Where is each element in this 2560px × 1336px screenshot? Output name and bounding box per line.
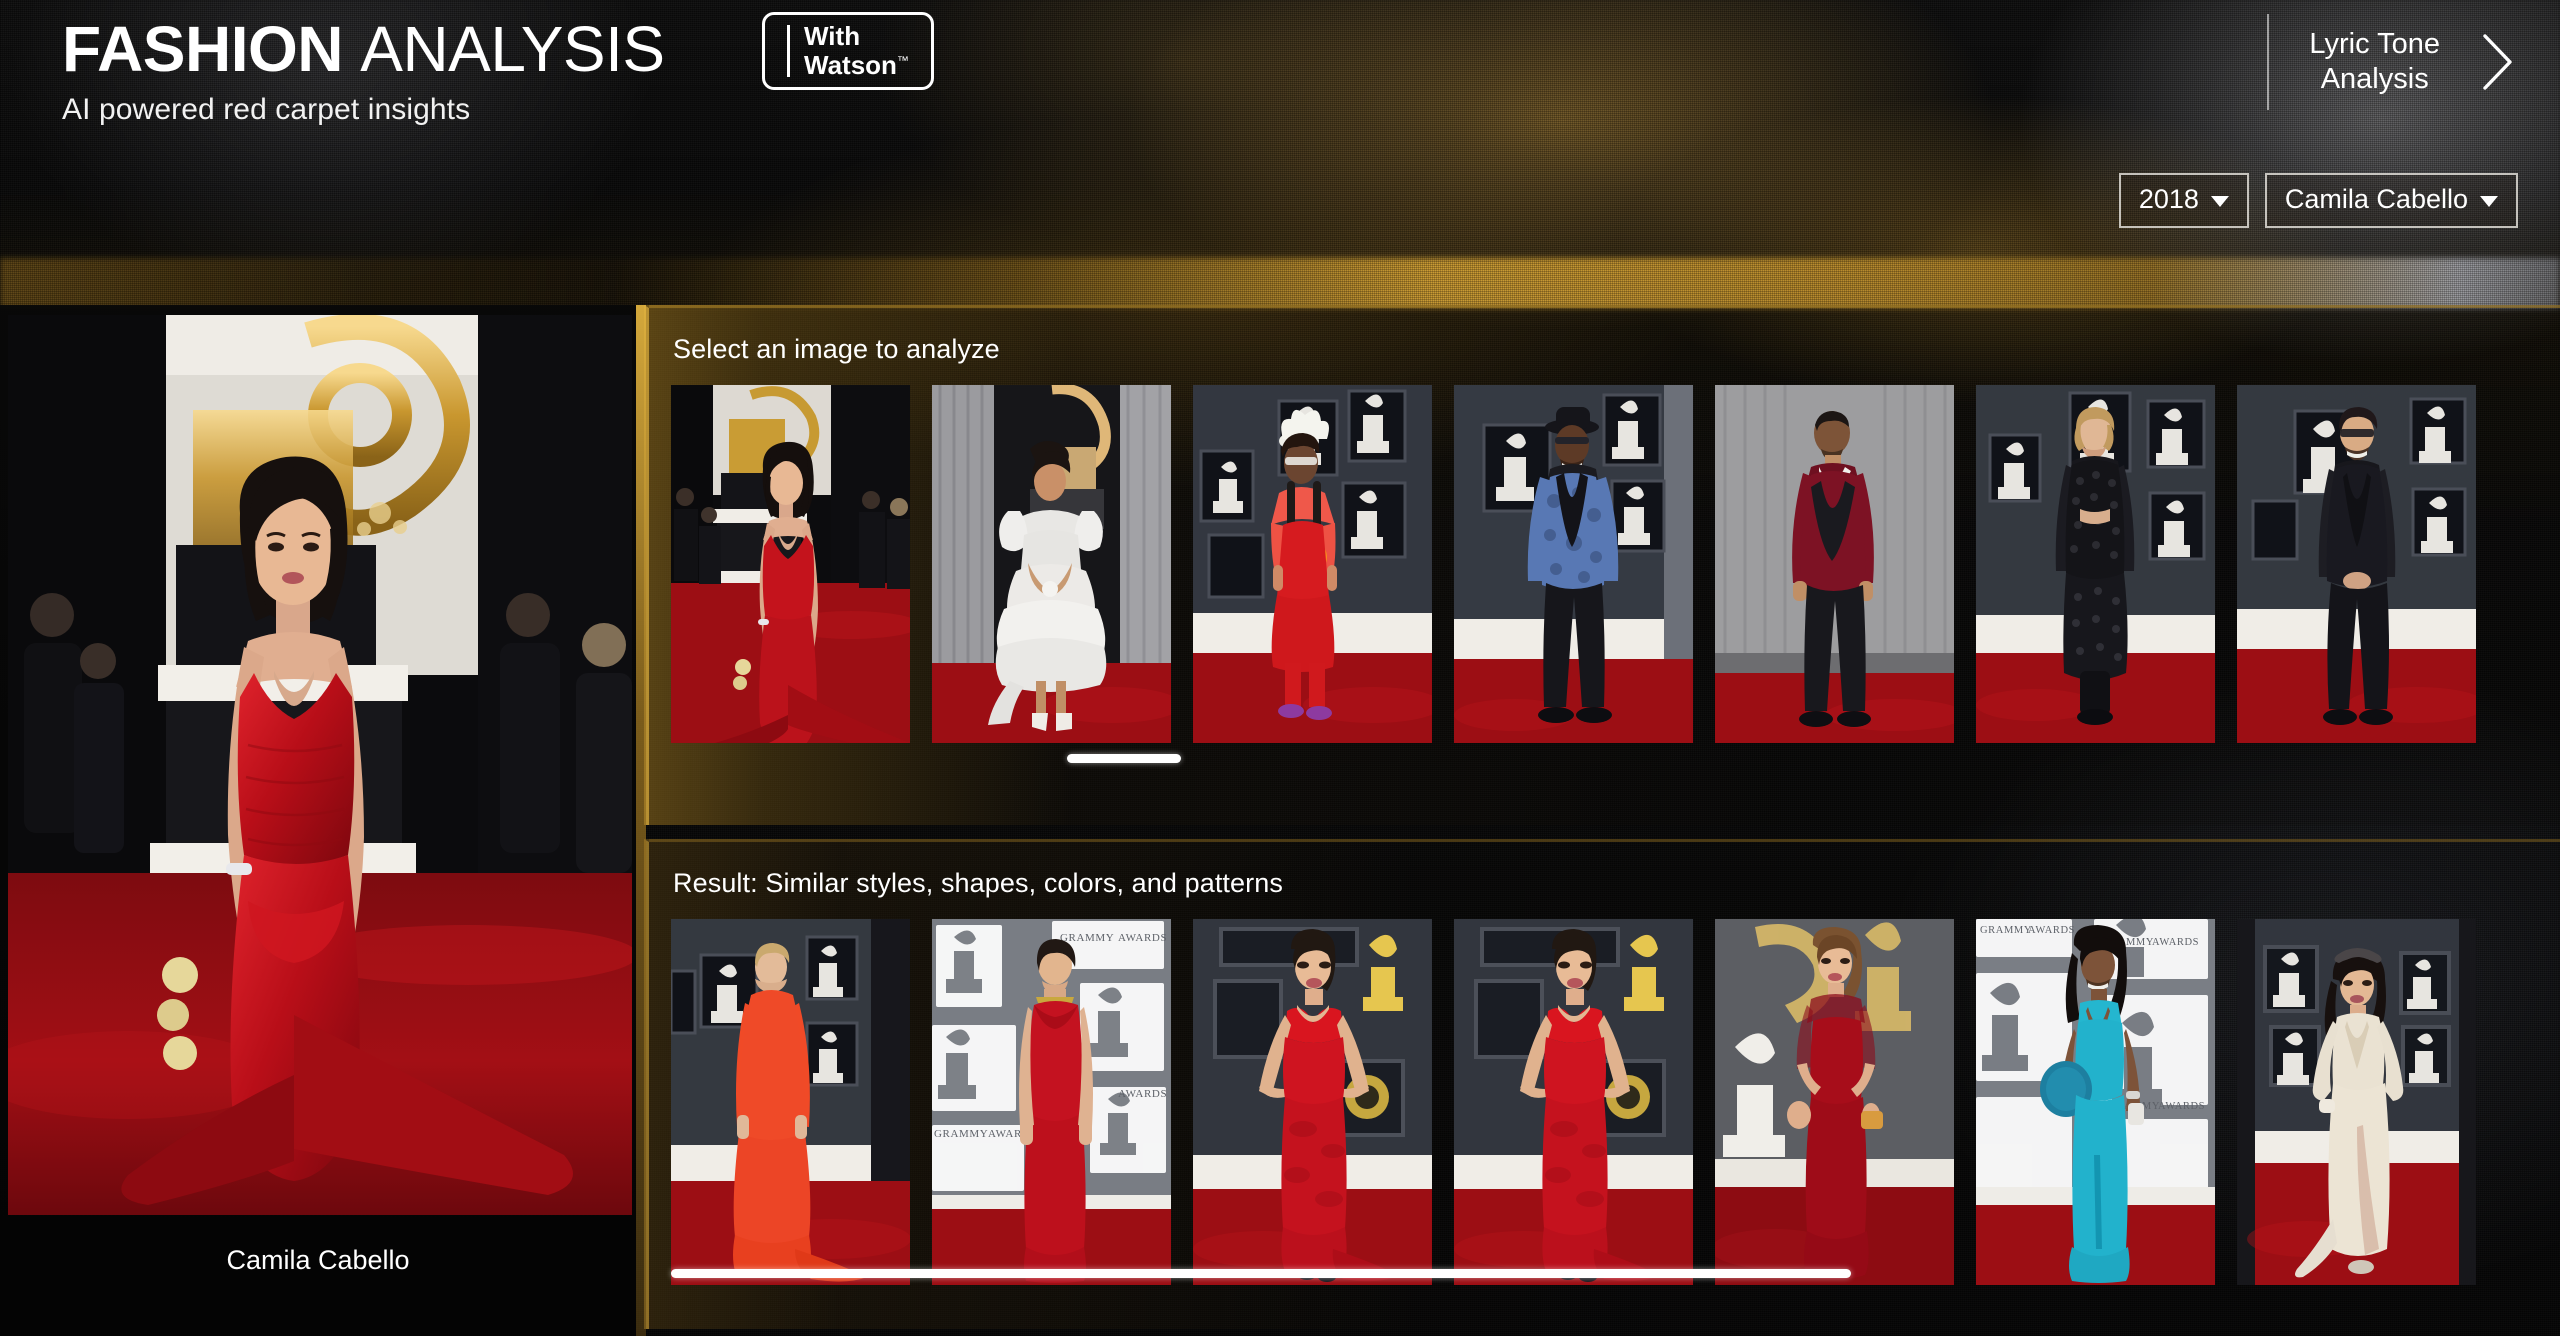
- result-thumbnail-strip[interactable]: GRAMMY AWARDS GRAMMY AWARDS AWARDS GRAMM…: [649, 919, 2560, 1285]
- hero-image[interactable]: [8, 315, 632, 1215]
- artist-dropdown[interactable]: Camila Cabello: [2264, 173, 2518, 228]
- svg-text:AWARDS: AWARDS: [1118, 932, 1167, 944]
- hero-panel: Camila Cabello: [0, 305, 636, 1336]
- select-thumbnail-4[interactable]: [1454, 385, 1693, 743]
- page-title-light: ANALYSIS: [360, 13, 665, 85]
- watson-badge-line2-wrap: Watson™: [804, 50, 909, 80]
- lyric-tone-analysis-label: Lyric Tone Analysis: [2309, 27, 2440, 97]
- content-area: Camila Cabello Select an image to analyz…: [0, 305, 2560, 1336]
- lyric-tone-line1: Lyric Tone: [2309, 28, 2440, 61]
- result-thumbnail-4[interactable]: [1454, 919, 1693, 1285]
- background-gold-band: [0, 258, 2560, 308]
- caret-down-icon: [2210, 196, 2229, 207]
- with-watson-badge: With Watson™: [762, 12, 934, 90]
- select-thumbnail-3[interactable]: [1193, 385, 1432, 743]
- lyric-tone-line2: Analysis: [2320, 63, 2429, 95]
- result-thumbnail-2[interactable]: GRAMMY AWARDS GRAMMY AWARDS AWARDS: [932, 919, 1171, 1285]
- analysis-panel: Select an image to analyze Result: Simil…: [644, 305, 2560, 1336]
- result-thumbnail-1[interactable]: [671, 919, 910, 1285]
- filter-bar: 2018 Camila Cabello: [2118, 173, 2518, 228]
- result-strip-scrollbar-thumb[interactable]: [671, 1269, 1851, 1278]
- header-divider: [2267, 14, 2270, 110]
- svg-text:AWARDS: AWARDS: [1118, 1088, 1167, 1100]
- year-dropdown[interactable]: 2018: [2118, 173, 2249, 228]
- result-thumbnail-7[interactable]: [2237, 919, 2476, 1285]
- artist-dropdown-value: Camila Cabello: [2284, 184, 2468, 214]
- watson-badge-text: With Watson™: [804, 20, 909, 80]
- svg-text:AWARDS: AWARDS: [2028, 925, 2075, 936]
- result-thumbnail-6[interactable]: GRAMMYAWARDS GRAMMYAWARDS GRAMMYAWARDS: [1976, 919, 2215, 1285]
- select-thumbnail-2[interactable]: [932, 385, 1171, 743]
- caret-down-icon: [2480, 196, 2498, 207]
- select-thumbnail-7[interactable]: [2237, 385, 2476, 743]
- result-thumbnail-5[interactable]: [1715, 919, 1954, 1285]
- svg-text:GRAMMY: GRAMMY: [934, 1128, 988, 1140]
- lyric-tone-analysis-link[interactable]: Lyric Tone Analysis: [2267, 14, 2518, 110]
- hero-image-art: [8, 315, 632, 1215]
- page-title-bold: FASHION: [62, 13, 343, 85]
- watson-badge-line2: Watson: [804, 50, 897, 80]
- hero-caption: Camila Cabello: [226, 1245, 410, 1275]
- header-branding: FASHION ANALYSIS AI powered red carpet i…: [62, 13, 665, 127]
- select-thumbnail-1[interactable]: [671, 385, 910, 743]
- page-subtitle: AI powered red carpet insights: [62, 93, 471, 127]
- select-thumbnail-strip[interactable]: [649, 385, 2560, 743]
- app-header: FASHION ANALYSIS AI powered red carpet i…: [0, 0, 2560, 152]
- select-strip-scrollbar-track[interactable]: [671, 754, 2551, 763]
- select-strip-scrollbar-thumb[interactable]: [1067, 754, 1181, 763]
- watson-badge-rule: [787, 25, 790, 77]
- result-strip-scrollbar-track[interactable]: [671, 1269, 2551, 1278]
- result-section: Result: Similar styles, shapes, colors, …: [644, 839, 2560, 1329]
- select-thumbnail-5[interactable]: [1715, 385, 1954, 743]
- svg-text:GRAMMY: GRAMMY: [1060, 932, 1114, 944]
- result-section-title: Result: Similar styles, shapes, colors, …: [673, 868, 1283, 898]
- svg-text:AWARDS: AWARDS: [2158, 1101, 2205, 1112]
- select-image-section: Select an image to analyze: [644, 305, 2560, 825]
- result-thumbnail-3[interactable]: [1193, 919, 1432, 1285]
- trademark-icon: ™: [896, 53, 909, 68]
- select-thumbnail-6[interactable]: [1976, 385, 2215, 743]
- panel-divider: [636, 305, 646, 1336]
- app-root: FASHION ANALYSIS AI powered red carpet i…: [0, 0, 2560, 1336]
- watson-badge-line1: With: [804, 20, 861, 51]
- svg-text:GRAMMY: GRAMMY: [1980, 925, 2032, 936]
- svg-text:AWARDS: AWARDS: [2152, 937, 2199, 948]
- page-title: FASHION ANALYSIS: [62, 13, 665, 85]
- year-dropdown-value: 2018: [2138, 184, 2199, 214]
- select-section-title: Select an image to analyze: [673, 334, 1000, 364]
- chevron-right-icon[interactable]: [2478, 30, 2518, 94]
